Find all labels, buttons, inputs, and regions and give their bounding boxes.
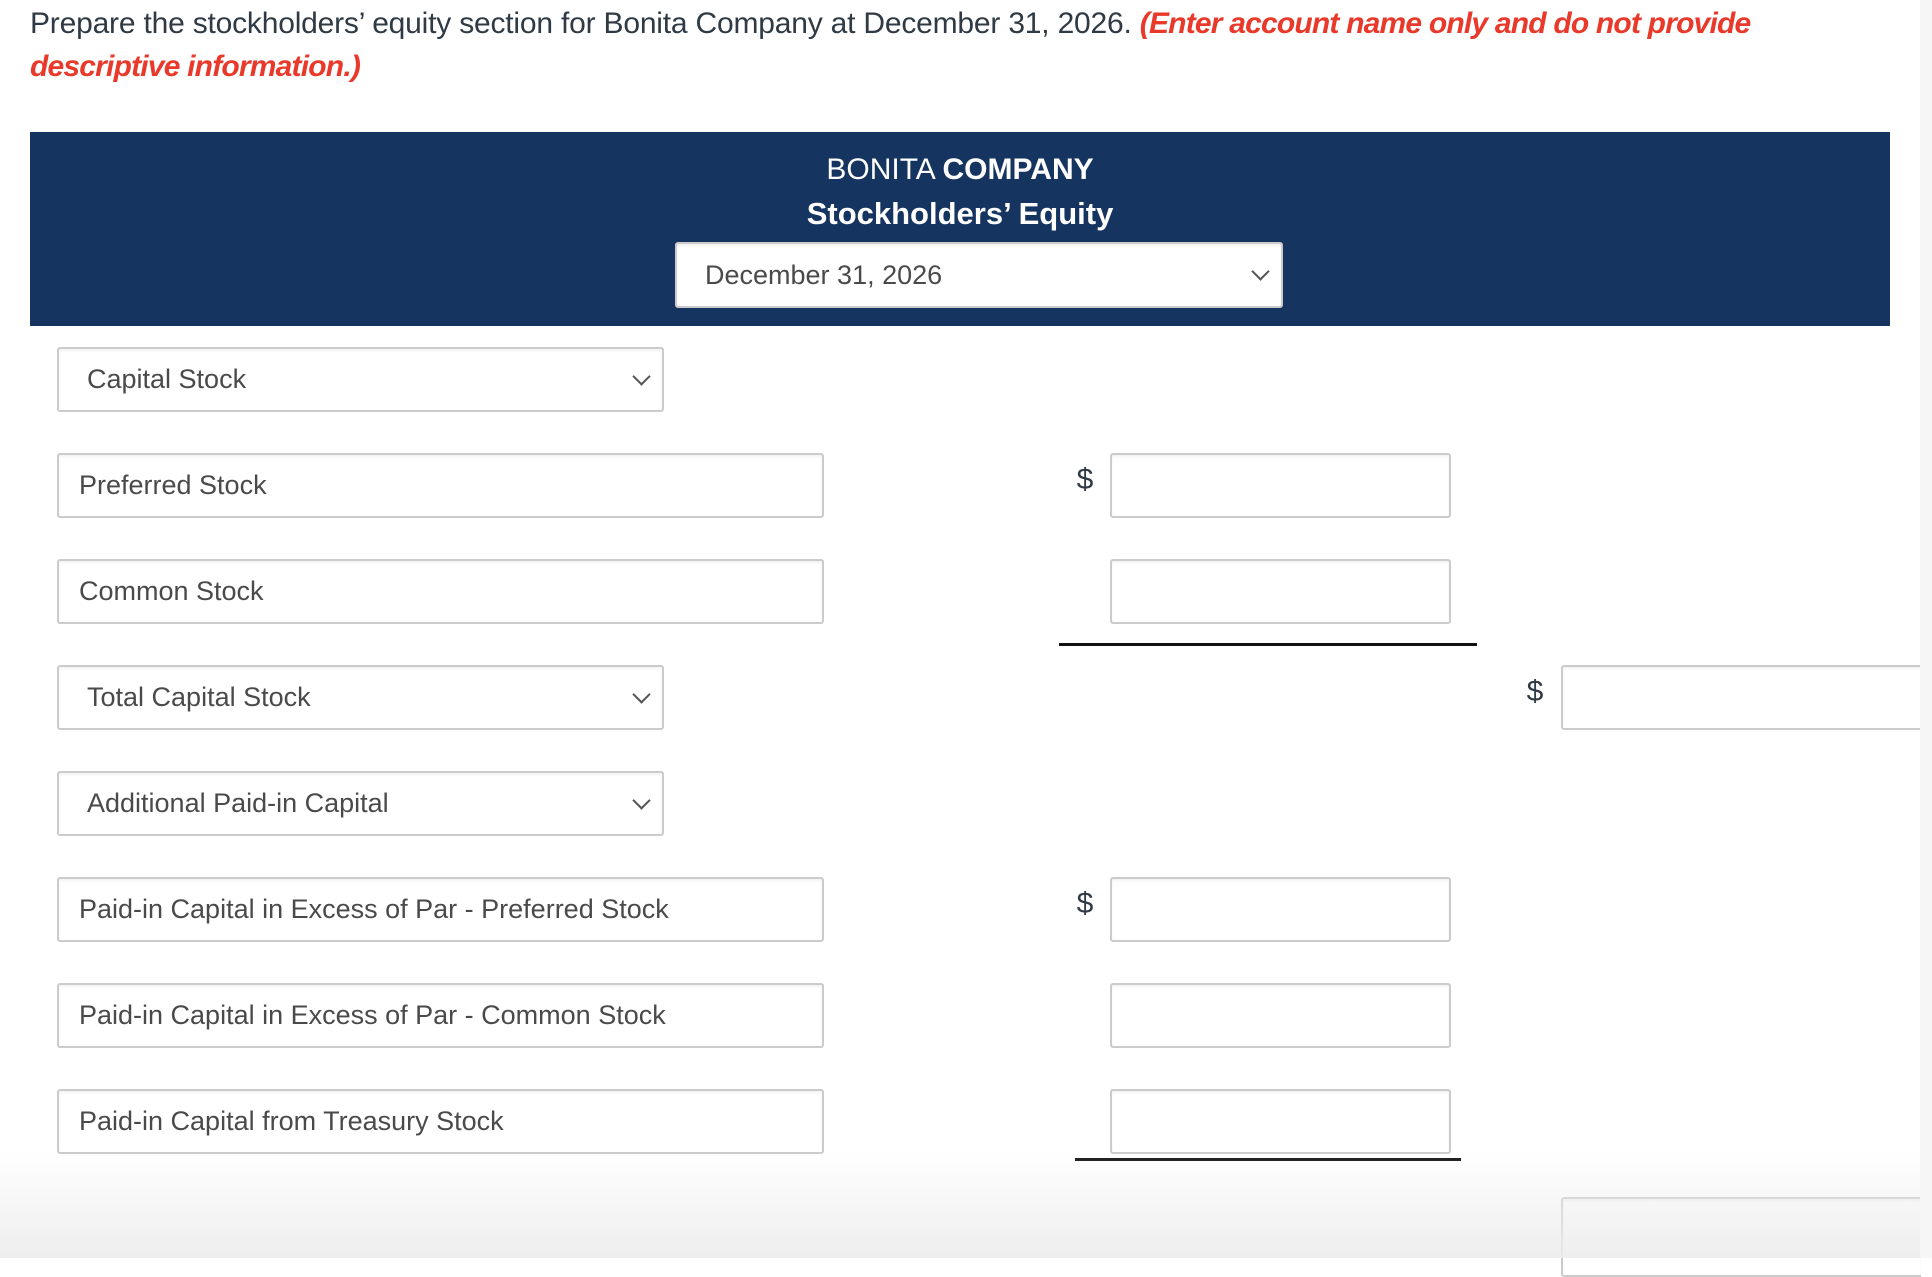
account-select-value: Total Capital Stock [87,682,311,712]
company-name-plain: BONITA [826,153,935,186]
account-select-value: Capital Stock [87,364,247,394]
company-name: BONITA COMPANY [30,150,1890,190]
date-select[interactable]: December 31, 2026 [675,242,1283,308]
amount-input-total-capital-stock[interactable] [1561,665,1921,730]
amount-input-pic-treasury-stock[interactable] [1110,1089,1451,1154]
account-input-value: Paid-in Capital from Treasury Stock [79,1106,504,1136]
account-input-value: Preferred Stock [79,470,267,500]
amount-input-common-stock[interactable] [1110,559,1451,624]
chevron-down-icon [632,790,651,810]
date-select-value: December 31, 2026 [705,259,943,290]
amount-input-preferred-stock[interactable] [1110,453,1451,518]
account-input-value: Paid-in Capital in Excess of Par - Prefe… [79,894,669,924]
statement-title: Stockholders’ Equity [806,196,1114,231]
account-input-value: Common Stock [79,576,264,606]
statement-header: BONITA COMPANY Stockholders’ Equity Dece… [30,132,1890,326]
chevron-down-icon [632,366,651,386]
account-input-pic-excess-par-common[interactable]: Paid-in Capital in Excess of Par - Commo… [57,983,824,1048]
chevron-down-icon [632,684,651,704]
amount-input-total-apic[interactable] [1561,1197,1921,1277]
dollar-sign: $ [1526,675,1544,708]
account-select-value: Additional Paid-in Capital [87,788,389,818]
subtotal-rule [1059,643,1477,646]
dollar-sign: $ [1076,463,1094,496]
subtotal-rule [1075,1158,1461,1161]
account-select-total-capital-stock[interactable]: Total Capital Stock [57,665,664,730]
account-input-pic-excess-par-preferred[interactable]: Paid-in Capital in Excess of Par - Prefe… [57,877,824,942]
account-input-common-stock[interactable]: Common Stock [57,559,824,624]
account-select-capital-stock[interactable]: Capital Stock [57,347,664,412]
dollar-sign: $ [1076,887,1094,920]
company-name-bold: COMPANY [942,153,1094,186]
account-input-preferred-stock[interactable]: Preferred Stock [57,453,824,518]
amount-input-pic-excess-par-common[interactable] [1110,983,1451,1048]
instructions-text: Prepare the stockholders’ equity section… [30,7,1132,40]
instructions: Prepare the stockholders’ equity section… [30,2,1860,88]
amount-input-pic-excess-par-preferred[interactable] [1110,877,1451,942]
account-input-pic-treasury-stock[interactable]: Paid-in Capital from Treasury Stock [57,1089,824,1154]
account-select-additional-paid-in-capital[interactable]: Additional Paid-in Capital [57,771,664,836]
account-input-value: Paid-in Capital in Excess of Par - Commo… [79,1000,666,1030]
scrollbar-track[interactable] [1920,0,1932,1258]
chevron-down-icon [1251,262,1270,281]
